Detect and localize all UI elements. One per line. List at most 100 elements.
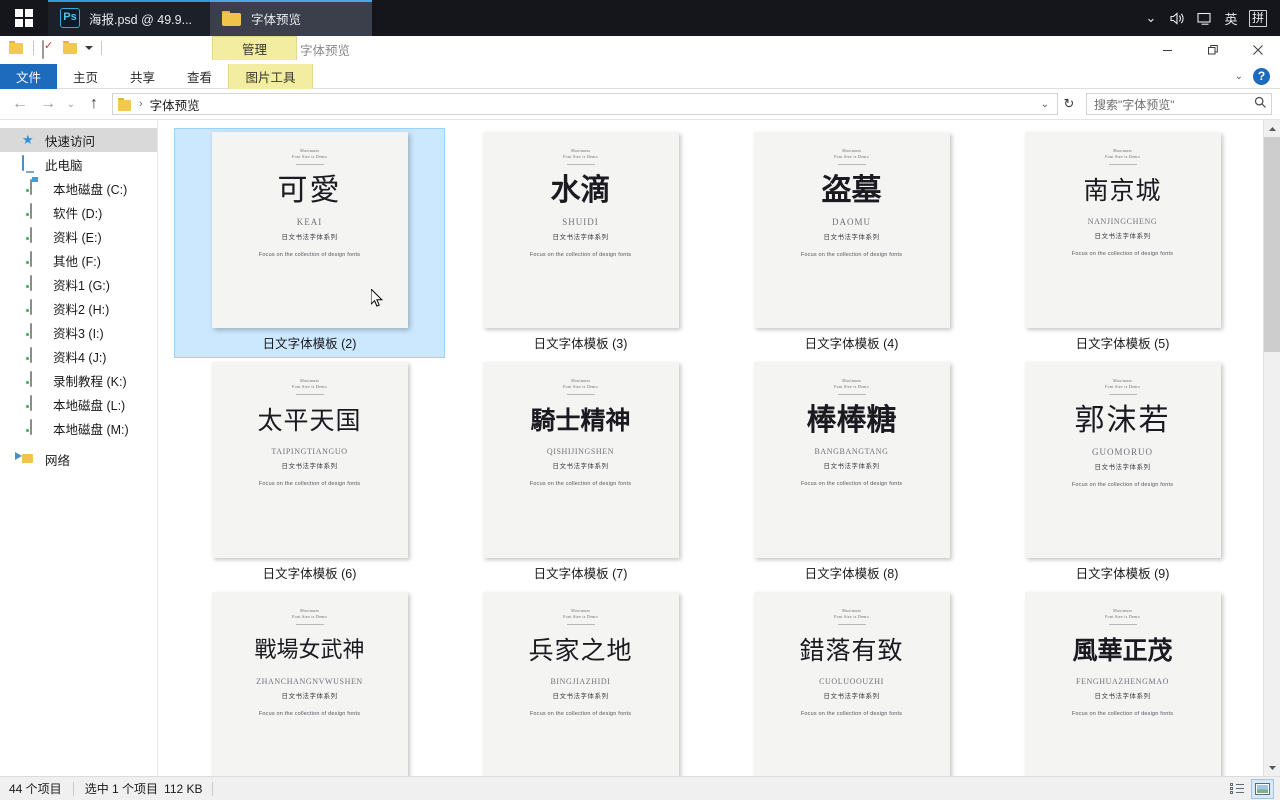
picture-tools-group-label: 管理 [212,36,297,60]
file-item[interactable]: Maximum Font Size is Demo 戰場女武神 ZHANCHAN… [174,588,445,776]
file-item[interactable]: Maximum Font Size is Demo 太平天国 TAIPINGTI… [174,358,445,588]
thumb-footer: Focus on the collection of design fonts [529,711,632,717]
sidebar-item-drive-f[interactable]: 其他 (F:) [0,248,157,272]
file-item[interactable]: Maximum Font Size is Demo 可愛 KEAI 日文书法字体… [174,128,445,358]
details-view-icon[interactable] [1225,779,1248,799]
refresh-button[interactable]: ↻ [1057,93,1081,115]
sidebar-item-drive-e[interactable]: 资料 (E:) [0,224,157,248]
new-folder-icon[interactable] [9,41,25,55]
network-display-icon[interactable] [1191,0,1218,36]
file-item[interactable]: Maximum Font Size is Demo 騎士精神 QISHIJING… [445,358,716,588]
thumb-divider [295,394,324,395]
scrollbar-thumb[interactable] [1264,137,1280,352]
close-button[interactable] [1235,36,1280,64]
sidebar-item-drive-k[interactable]: 录制教程 (K:) [0,368,157,392]
start-button[interactable] [0,0,48,36]
file-list-view[interactable]: Maximum Font Size is Demo 可愛 KEAI 日文书法字体… [158,120,1280,776]
address-path-field[interactable]: › 字体预览 ⌄ [112,93,1058,115]
ime-mode-indicator[interactable]: 拼 [1244,0,1272,36]
system-tray: ⌄ 英 拼 [1138,0,1280,36]
restore-button[interactable] [1190,36,1235,64]
thumbnail-wrap: Maximum Font Size is Demo 錯落有致 CUOLUOOUZ… [753,592,950,776]
file-item[interactable]: Maximum Font Size is Demo 風華正茂 FENGHUAZH… [987,588,1258,776]
large-icons-view-icon[interactable] [1251,778,1274,799]
photoshop-icon: Ps [60,8,80,28]
sidebar-item-this-pc[interactable]: 此电脑 [0,152,157,176]
thumb-header-line2: Font Size is Demo [1105,154,1140,159]
thumb-pinyin: SHUIDI [562,217,599,227]
drive-icon [30,371,46,388]
thumb-divider [566,624,595,625]
thumbnail-wrap: Maximum Font Size is Demo 可愛 KEAI 日文书法字体… [211,132,408,328]
breadcrumb-separator: › [139,98,143,110]
back-button[interactable]: ← [6,91,34,117]
recent-locations-icon[interactable]: ⌄ [62,91,80,117]
sidebar-item-quick-access[interactable]: ★ 快速访问 [0,128,157,152]
search-icon [1254,96,1267,112]
address-dropdown-icon[interactable]: ⌄ [1037,99,1053,110]
vertical-scrollbar[interactable] [1263,120,1280,776]
file-item[interactable]: Maximum Font Size is Demo 南京城 NANJINGCHE… [987,128,1258,358]
sidebar-item-drive-m[interactable]: 本地磁盘 (M:) [0,416,157,440]
search-box[interactable]: 搜索"字体预览" [1086,93,1272,115]
thumb-word: 騎士精神 [530,406,631,435]
tab-home[interactable]: 主页 [57,64,114,89]
status-bar: 44 个项目 选中 1 个项目 112 KB [0,776,1280,800]
file-item[interactable]: Maximum Font Size is Demo 錯落有致 CUOLUOOUZ… [716,588,987,776]
thumb-header-line2: Font Size is Demo [834,154,869,159]
sidebar-item-drive-i[interactable]: 资料3 (I:) [0,320,157,344]
customize-caret-icon[interactable] [85,46,93,50]
thumb-word: 盗墓 [821,173,882,208]
taskbar-item-explorer[interactable]: 字体预览 [210,0,372,36]
search-input[interactable]: 搜索"字体预览" [1094,96,1254,113]
minimize-button[interactable] [1145,36,1190,64]
scroll-up-button[interactable] [1264,120,1280,137]
sidebar-item-drive-l[interactable]: 本地磁盘 (L:) [0,392,157,416]
file-item[interactable]: Maximum Font Size is Demo 棒棒糖 BANGBANGTA… [716,358,987,588]
qat-divider [101,41,102,55]
thumb-header-line2: Font Size is Demo [563,614,598,619]
thumb-divider [1108,624,1137,625]
thumb-subtitle: 日文书法字体系列 [281,463,338,470]
help-button[interactable]: ? [1253,67,1270,85]
sidebar-item-network[interactable]: 网络 [0,447,157,471]
up-button[interactable]: ↑ [80,91,108,117]
folder-icon[interactable] [63,41,79,55]
sidebar-item-drive-g[interactable]: 资料1 (G:) [0,272,157,296]
ime-language-indicator[interactable]: 英 [1218,0,1244,36]
thumb-subtitle: 日文书法字体系列 [281,693,338,700]
file-item[interactable]: Maximum Font Size is Demo 兵家之地 BINGJIAZH… [445,588,716,776]
forward-button[interactable]: → [34,91,62,117]
thumb-subtitle: 日文书法字体系列 [823,463,880,470]
tab-share[interactable]: 共享 [114,64,171,89]
speaker-icon[interactable] [1164,0,1191,36]
windows-logo-icon [15,9,33,27]
tab-view[interactable]: 查看 [171,64,228,89]
sidebar-item-drive-c[interactable]: 本地磁盘 (C:) [0,176,157,200]
taskbar: Ps 海报.psd @ 49.9... 字体预览 ⌄ 英 拼 [0,0,1280,36]
file-item[interactable]: Maximum Font Size is Demo 盗墓 DAOMU 日文书法字… [716,128,987,358]
tray-chevron-icon[interactable]: ⌄ [1138,0,1164,36]
sidebar-item-drive-j[interactable]: 资料4 (J:) [0,344,157,368]
properties-icon[interactable] [42,40,58,59]
file-item[interactable]: Maximum Font Size is Demo 郭沫若 GUOMORUO 日… [987,358,1258,588]
star-icon: ★ [22,132,34,147]
breadcrumb-current[interactable]: 字体预览 [150,95,200,114]
sidebar-item-drive-h[interactable]: 资料2 (H:) [0,296,157,320]
thumb-divider [837,624,866,625]
collapse-ribbon-icon[interactable]: ⌄ [1235,71,1243,82]
scroll-down-button[interactable] [1264,759,1280,776]
sidebar-item-drive-d[interactable]: 软件 (D:) [0,200,157,224]
sidebar-item-label: 资料4 (J:) [53,350,107,365]
file-item[interactable]: Maximum Font Size is Demo 水滴 SHUIDI 日文书法… [445,128,716,358]
tab-picture-tools[interactable]: 图片工具 [228,64,314,89]
tab-file[interactable]: 文件 [0,64,58,89]
thumbnail-wrap: Maximum Font Size is Demo 郭沫若 GUOMORUO 日… [1024,362,1221,558]
thumb-header-line2: Font Size is Demo [834,384,869,389]
thumb-pinyin: DAOMU [831,217,871,227]
drive-icon [30,395,46,412]
file-thumbnail: Maximum Font Size is Demo 錯落有致 CUOLUOOUZ… [753,592,950,776]
taskbar-item-photoshop[interactable]: Ps 海报.psd @ 49.9... [48,0,210,36]
drive-icon [30,323,46,340]
file-thumbnail: Maximum Font Size is Demo 兵家之地 BINGJIAZH… [482,592,679,776]
